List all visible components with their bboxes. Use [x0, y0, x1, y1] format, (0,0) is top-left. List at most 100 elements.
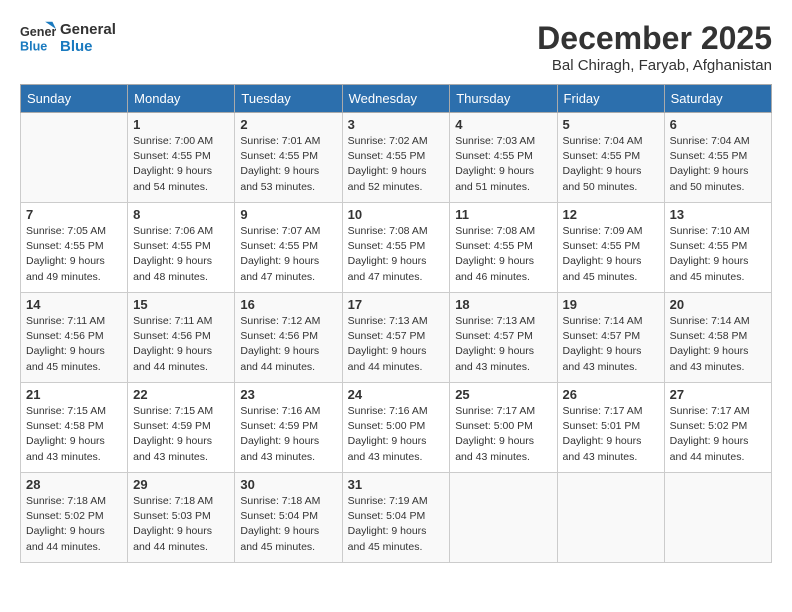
weekday-header-row: SundayMondayTuesdayWednesdayThursdayFrid… — [21, 85, 772, 113]
calendar-cell: 26Sunrise: 7:17 AMSunset: 5:01 PMDayligh… — [557, 383, 664, 473]
day-info: Sunrise: 7:16 AMSunset: 5:00 PMDaylight:… — [348, 404, 445, 465]
day-info: Sunrise: 7:08 AMSunset: 4:55 PMDaylight:… — [348, 224, 445, 285]
day-number: 20 — [670, 297, 766, 312]
day-number: 8 — [133, 207, 229, 222]
day-number: 10 — [348, 207, 445, 222]
day-info: Sunrise: 7:13 AMSunset: 4:57 PMDaylight:… — [348, 314, 445, 375]
day-info: Sunrise: 7:14 AMSunset: 4:58 PMDaylight:… — [670, 314, 766, 375]
svg-text:Blue: Blue — [20, 40, 47, 54]
calendar-cell: 11Sunrise: 7:08 AMSunset: 4:55 PMDayligh… — [450, 203, 557, 293]
calendar-cell: 4Sunrise: 7:03 AMSunset: 4:55 PMDaylight… — [450, 113, 557, 203]
day-number: 25 — [455, 387, 551, 402]
day-number: 24 — [348, 387, 445, 402]
day-number: 2 — [240, 117, 336, 132]
title-block: December 2025 Bal Chiragh, Faryab, Afgha… — [537, 20, 772, 74]
calendar-cell: 14 Sunrise: 7:11 AMSunset: 4:56 PMDayligh… — [21, 293, 128, 383]
day-info: Sunrise: 7:18 AMSunset: 5:02 PMDaylight:… — [26, 494, 122, 555]
day-number: 7 — [26, 207, 122, 222]
calendar-cell: 24 Sunrise: 7:16 AMSunset: 5:00 PMDayligh… — [342, 383, 450, 473]
calendar-cell — [450, 473, 557, 563]
calendar-cell: 21Sunrise: 7:15 AMSunset: 4:58 PMDayligh… — [21, 383, 128, 473]
day-info: Sunrise: 7:09 AMSunset: 4:55 PMDaylight:… — [563, 224, 659, 285]
day-info: Sunrise: 7:04 AMSunset: 4:55 PMDaylight:… — [670, 134, 766, 195]
day-number: 11 — [455, 207, 551, 222]
day-number: 23 — [240, 387, 336, 402]
day-number: 14 — [26, 297, 122, 312]
logo-general: General — [60, 21, 116, 38]
day-info: Sunrise: 7:15 AMSunset: 4:58 PMDaylight:… — [26, 404, 122, 465]
day-info: Sunrise: 7:17 AMSunset: 5:02 PMDaylight:… — [670, 404, 766, 465]
day-number: 12 — [563, 207, 659, 222]
weekday-thursday: Thursday — [450, 85, 557, 113]
logo: General Blue General Blue — [20, 20, 116, 56]
location-title: Bal Chiragh, Faryab, Afghanistan — [537, 57, 772, 74]
calendar-cell — [664, 473, 771, 563]
weekday-saturday: Saturday — [664, 85, 771, 113]
day-info: Sunrise: 7:15 AMSunset: 4:59 PMDaylight:… — [133, 404, 229, 465]
calendar-cell: 25 Sunrise: 7:17 AMSunset: 5:00 PMDayligh… — [450, 383, 557, 473]
day-number: 27 — [670, 387, 766, 402]
day-info: Sunrise: 7:10 AMSunset: 4:55 PMDaylight:… — [670, 224, 766, 285]
day-info: Sunrise: 7:01 AMSunset: 4:55 PMDaylight:… — [240, 134, 336, 195]
calendar-cell: 29 Sunrise: 7:18 AMSunset: 5:03 PMDayligh… — [128, 473, 235, 563]
day-info: Sunrise: 7:12 AMSunset: 4:56 PMDaylight:… — [240, 314, 336, 375]
calendar-cell: 31 Sunrise: 7:19 AMSunset: 5:04 PMDayligh… — [342, 473, 450, 563]
calendar-cell: 1Sunrise: 7:00 AMSunset: 4:55 PMDaylight… — [128, 113, 235, 203]
day-info: Sunrise: 7:02 AMSunset: 4:55 PMDaylight:… — [348, 134, 445, 195]
weekday-tuesday: Tuesday — [235, 85, 342, 113]
calendar-cell: 17Sunrise: 7:13 AMSunset: 4:57 PMDayligh… — [342, 293, 450, 383]
day-number: 22 — [133, 387, 229, 402]
day-info: Sunrise: 7:11 AMSunset: 4:56 PMDaylight:… — [26, 314, 122, 375]
day-info: Sunrise: 7:18 AMSunset: 5:03 PMDaylight:… — [133, 494, 229, 555]
day-info: Sunrise: 7:06 AMSunset: 4:55 PMDaylight:… — [133, 224, 229, 285]
day-number: 3 — [348, 117, 445, 132]
calendar-cell — [557, 473, 664, 563]
calendar-table: SundayMondayTuesdayWednesdayThursdayFrid… — [20, 84, 772, 563]
day-info: Sunrise: 7:05 AMSunset: 4:55 PMDaylight:… — [26, 224, 122, 285]
calendar-cell: 23 Sunrise: 7:16 AMSunset: 4:59 PMDayligh… — [235, 383, 342, 473]
calendar-cell: 9 Sunrise: 7:07 AMSunset: 4:55 PMDaylight… — [235, 203, 342, 293]
calendar-cell: 28Sunrise: 7:18 AMSunset: 5:02 PMDayligh… — [21, 473, 128, 563]
calendar-cell: 7 Sunrise: 7:05 AMSunset: 4:55 PMDaylight… — [21, 203, 128, 293]
week-row-3: 14 Sunrise: 7:11 AMSunset: 4:56 PMDayligh… — [21, 293, 772, 383]
day-number: 31 — [348, 477, 445, 492]
weekday-sunday: Sunday — [21, 85, 128, 113]
calendar-cell: 5Sunrise: 7:04 AMSunset: 4:55 PMDaylight… — [557, 113, 664, 203]
calendar-body: 1Sunrise: 7:00 AMSunset: 4:55 PMDaylight… — [21, 113, 772, 563]
logo-icon: General Blue — [20, 20, 56, 56]
day-info: Sunrise: 7:14 AMSunset: 4:57 PMDaylight:… — [563, 314, 659, 375]
day-info: Sunrise: 7:07 AMSunset: 4:55 PMDaylight:… — [240, 224, 336, 285]
day-info: Sunrise: 7:03 AMSunset: 4:55 PMDaylight:… — [455, 134, 551, 195]
calendar-cell: 18Sunrise: 7:13 AMSunset: 4:57 PMDayligh… — [450, 293, 557, 383]
weekday-monday: Monday — [128, 85, 235, 113]
day-number: 13 — [670, 207, 766, 222]
calendar-cell: 22 Sunrise: 7:15 AMSunset: 4:59 PMDayligh… — [128, 383, 235, 473]
day-info: Sunrise: 7:19 AMSunset: 5:04 PMDaylight:… — [348, 494, 445, 555]
calendar-cell: 16Sunrise: 7:12 AMSunset: 4:56 PMDayligh… — [235, 293, 342, 383]
svg-text:General: General — [20, 25, 56, 39]
calendar-cell: 13 Sunrise: 7:10 AMSunset: 4:55 PMDayligh… — [664, 203, 771, 293]
day-number: 29 — [133, 477, 229, 492]
calendar-cell: 19Sunrise: 7:14 AMSunset: 4:57 PMDayligh… — [557, 293, 664, 383]
weekday-wednesday: Wednesday — [342, 85, 450, 113]
week-row-1: 1Sunrise: 7:00 AMSunset: 4:55 PMDaylight… — [21, 113, 772, 203]
calendar-cell: 6 Sunrise: 7:04 AMSunset: 4:55 PMDaylight… — [664, 113, 771, 203]
calendar-cell: 30Sunrise: 7:18 AMSunset: 5:04 PMDayligh… — [235, 473, 342, 563]
day-number: 18 — [455, 297, 551, 312]
day-info: Sunrise: 7:17 AMSunset: 5:00 PMDaylight:… — [455, 404, 551, 465]
day-number: 9 — [240, 207, 336, 222]
day-number: 6 — [670, 117, 766, 132]
calendar-cell: 27 Sunrise: 7:17 AMSunset: 5:02 PMDayligh… — [664, 383, 771, 473]
day-number: 26 — [563, 387, 659, 402]
day-info: Sunrise: 7:16 AMSunset: 4:59 PMDaylight:… — [240, 404, 336, 465]
day-info: Sunrise: 7:11 AMSunset: 4:56 PMDaylight:… — [133, 314, 229, 375]
day-info: Sunrise: 7:18 AMSunset: 5:04 PMDaylight:… — [240, 494, 336, 555]
day-info: Sunrise: 7:04 AMSunset: 4:55 PMDaylight:… — [563, 134, 659, 195]
week-row-2: 7 Sunrise: 7:05 AMSunset: 4:55 PMDaylight… — [21, 203, 772, 293]
month-title: December 2025 — [537, 20, 772, 57]
calendar-cell: 3 Sunrise: 7:02 AMSunset: 4:55 PMDaylight… — [342, 113, 450, 203]
day-number: 15 — [133, 297, 229, 312]
week-row-5: 28Sunrise: 7:18 AMSunset: 5:02 PMDayligh… — [21, 473, 772, 563]
weekday-friday: Friday — [557, 85, 664, 113]
calendar-cell: 8 Sunrise: 7:06 AMSunset: 4:55 PMDaylight… — [128, 203, 235, 293]
